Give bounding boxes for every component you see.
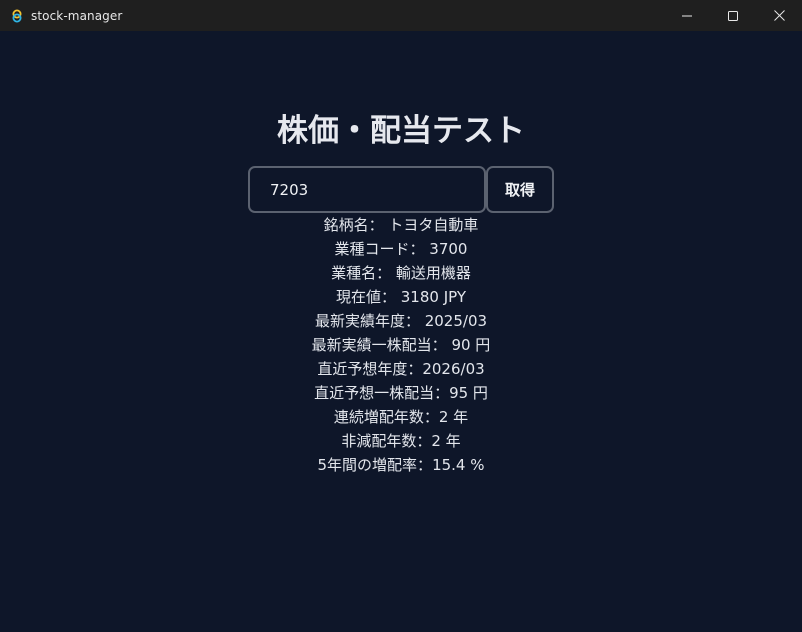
info-row-forecast-fiscal-year: 直近予想年度：2026/03 [0, 357, 802, 381]
info-label: 5年間の増配率： [317, 456, 433, 474]
page-title: 株価・配当テスト [277, 113, 525, 149]
minimize-icon [682, 15, 692, 16]
info-label: 銘柄名： [323, 216, 384, 234]
search-row: 取得 [248, 166, 554, 213]
minimize-button[interactable] [664, 0, 710, 31]
info-value: 2025/03 [419, 312, 488, 330]
info-value: 90 円 [446, 336, 491, 354]
info-row-stock-name: 銘柄名： トヨタ自動車 [0, 213, 802, 237]
info-value: 95 円 [449, 384, 488, 402]
app-window: stock-manager 株価・配当テスト 7203 取得 銘柄名： トヨタ自… [0, 0, 802, 632]
info-value: 15.4 % [432, 456, 485, 474]
info-row-industry-code: 業種コード： 3700 [0, 237, 802, 261]
info-row-current-price: 現在値： 3180 JPY [0, 285, 802, 309]
info-row-non-decrease-years: 非減配年数：2 年 [0, 429, 802, 453]
stock-info-list: 銘柄名： トヨタ自動車 業種コード： 3700 業種名： 輸送用機器 現在値： … [0, 213, 802, 477]
info-row-consecutive-increase-years: 連続増配年数：2 年 [0, 405, 802, 429]
info-value: トヨタ自動車 [383, 216, 479, 234]
window-title: stock-manager [31, 8, 123, 23]
maximize-button[interactable] [710, 0, 756, 31]
info-label: 直近予想年度： [317, 360, 423, 378]
info-label: 最新実績一株配当： [311, 336, 447, 354]
info-value: 3180 JPY [396, 288, 467, 306]
info-value: 3700 [424, 240, 468, 258]
info-label: 業種名： [331, 264, 392, 282]
info-value: 2 年 [438, 408, 469, 426]
fetch-button[interactable]: 取得 [486, 166, 554, 213]
info-row-latest-fiscal-year: 最新実績年度： 2025/03 [0, 309, 802, 333]
info-value: 輸送用機器 [391, 264, 471, 282]
window-controls [664, 0, 802, 31]
info-value: 2 年 [431, 432, 461, 450]
info-label: 直近予想一株配当： [314, 384, 450, 402]
info-row-latest-dividend: 最新実績一株配当： 90 円 [0, 333, 802, 357]
info-label: 現在値： [335, 288, 396, 306]
info-label: 業種コード： [334, 240, 425, 258]
info-label: 非減配年数： [341, 432, 432, 450]
info-row-industry-name: 業種名： 輸送用機器 [0, 261, 802, 285]
maximize-icon [728, 10, 738, 21]
app-logo-icon [10, 9, 24, 23]
info-label: 連続増配年数： [333, 408, 439, 426]
info-label: 最新実績年度： [314, 312, 420, 330]
close-button[interactable] [756, 0, 802, 31]
info-value: 2026/03 [422, 360, 485, 378]
main-content: 株価・配当テスト 取得 銘柄名： トヨタ自動車 業種コード： 3700 業種名：… [0, 31, 802, 632]
stock-code-input[interactable] [248, 166, 486, 213]
close-icon [773, 10, 785, 21]
info-row-five-year-growth-rate: 5年間の増配率：15.4 % [0, 453, 802, 477]
info-row-forecast-dividend: 直近予想一株配当：95 円 [0, 381, 802, 405]
title-bar[interactable]: stock-manager [0, 0, 802, 31]
